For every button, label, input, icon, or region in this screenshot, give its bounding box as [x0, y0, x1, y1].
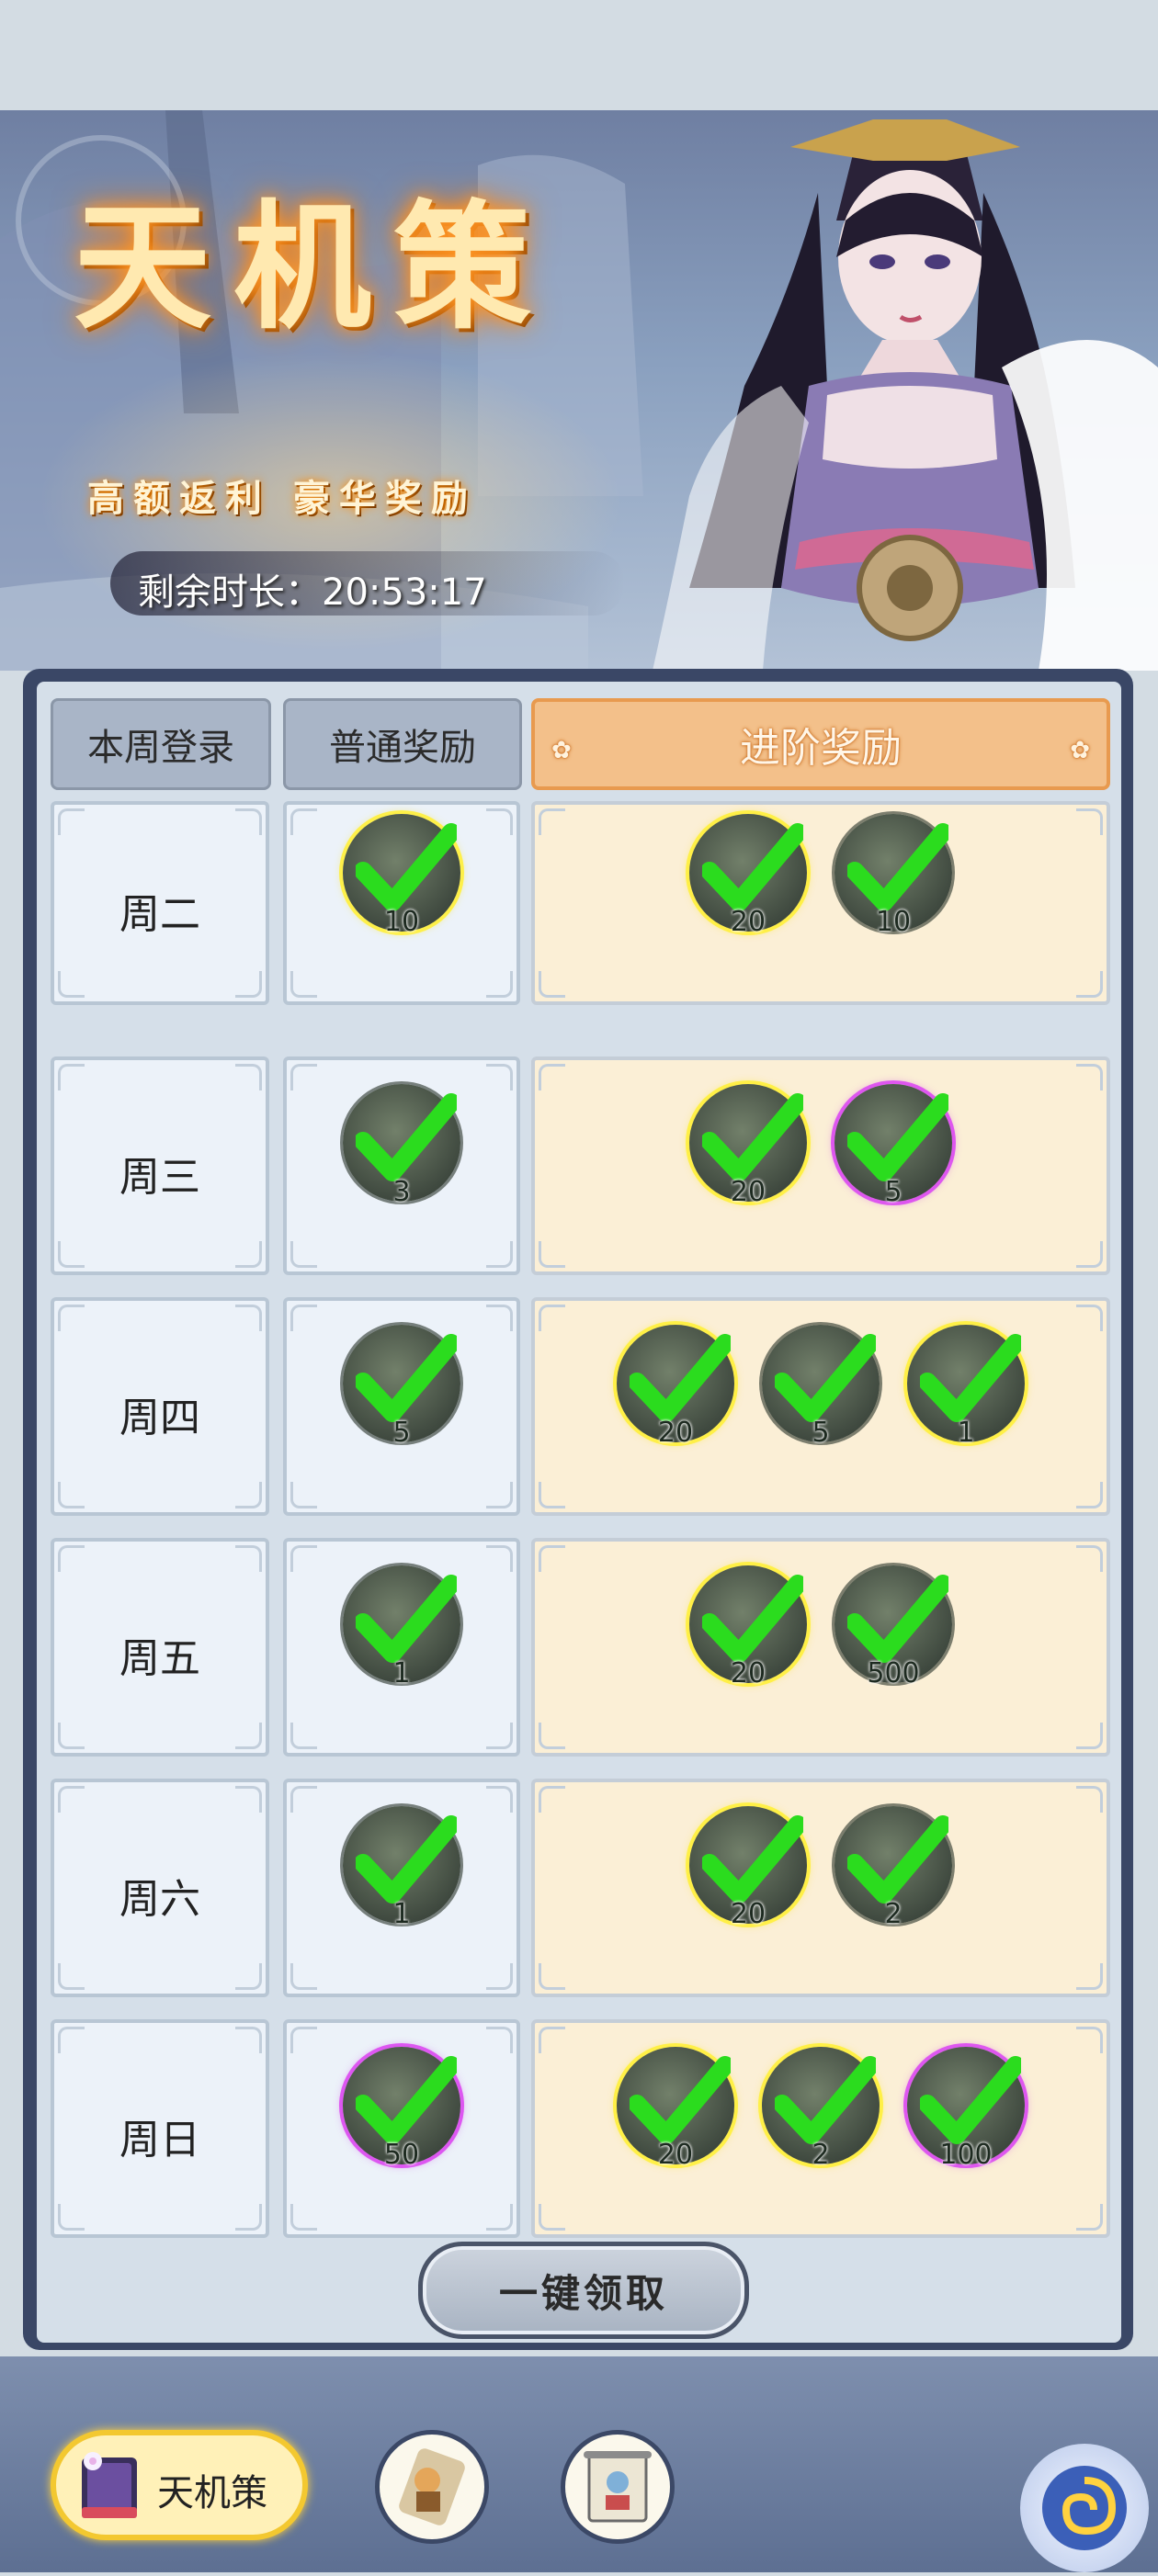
event-subtitle: 高额返利 豪华奖励 [87, 477, 477, 520]
day-label: 周二 [119, 891, 200, 938]
reward-count: 10 [875, 906, 912, 938]
reward-item[interactable]: 2 [762, 2047, 880, 2171]
claimed-check-icon [630, 2056, 731, 2144]
day-cell: 周四 [51, 1297, 269, 1516]
reward-count: 50 [383, 2139, 420, 2171]
remaining-time-label: 剩余时长： [138, 571, 322, 614]
claimed-check-icon [920, 2056, 1021, 2144]
advanced-reward-cell [531, 801, 1110, 1005]
reward-item[interactable]: 20 [689, 1084, 807, 1208]
reward-count: 20 [730, 1176, 766, 1208]
reward-item[interactable]: 3 [343, 1084, 460, 1208]
scroll-figure-icon [399, 2448, 465, 2525]
reward-item[interactable]: 5 [834, 1084, 952, 1208]
reward-item[interactable]: 20 [617, 2047, 734, 2171]
reward-item[interactable]: 100 [907, 2047, 1025, 2171]
claimed-check-icon [702, 823, 803, 911]
reward-item[interactable]: 5 [343, 1325, 460, 1449]
reward-count: 1 [957, 1417, 975, 1449]
nav-event-2-button[interactable] [375, 2430, 489, 2544]
day-cell: 周五 [51, 1538, 269, 1757]
reward-count: 2 [812, 2139, 830, 2171]
reward-count: 100 [939, 2139, 993, 2171]
advanced-reward-cell [531, 1538, 1110, 1757]
reward-item[interactable]: 500 [834, 1565, 952, 1689]
claimed-check-icon [356, 1815, 457, 1904]
tab-advanced-label: 进阶奖励 [740, 725, 902, 772]
advanced-reward-cell [531, 1779, 1110, 1997]
reward-count: 5 [812, 1417, 830, 1449]
reward-count: 10 [383, 906, 420, 938]
reward-item[interactable]: 5 [762, 1325, 880, 1449]
painting-scroll-icon [584, 2451, 652, 2523]
claimed-check-icon [775, 2056, 876, 2144]
day-label: 周四 [119, 1395, 200, 1441]
advanced-reward-cell [531, 1056, 1110, 1275]
day-label: 周五 [119, 1635, 200, 1682]
claimed-check-icon [847, 823, 948, 911]
nav-tianjice-button[interactable]: 天机策 [51, 2430, 308, 2540]
reward-count: 500 [867, 1657, 920, 1689]
claim-all-button[interactable]: 一键领取 [418, 2242, 749, 2339]
reward-item[interactable]: 50 [343, 2047, 460, 2171]
book-icon [82, 2452, 137, 2518]
claimed-check-icon [847, 1815, 948, 1904]
claimed-check-icon [356, 1334, 457, 1422]
day-cell: 周三 [51, 1056, 269, 1275]
reward-item[interactable]: 1 [907, 1325, 1025, 1449]
claimed-check-icon [702, 1093, 803, 1181]
reward-count: 20 [657, 2139, 694, 2171]
claimed-check-icon [356, 2056, 457, 2144]
flower-deco-icon: ✿ [551, 737, 572, 764]
remaining-time-value: 20:53:17 [322, 571, 487, 614]
reward-count: 5 [392, 1417, 411, 1449]
reward-item[interactable]: 2 [834, 1806, 952, 1930]
tab-normal-rewards[interactable]: 普通奖励 [283, 698, 522, 790]
remaining-time: 剩余时长：20:53:17 [138, 562, 487, 616]
claimed-check-icon [920, 1334, 1021, 1422]
day-label: 周三 [119, 1154, 200, 1201]
reward-item[interactable]: 20 [617, 1325, 734, 1449]
claimed-check-icon [702, 1575, 803, 1663]
day-label: 周六 [119, 1876, 200, 1923]
day-label: 周日 [119, 2117, 200, 2164]
reward-count: 5 [884, 1176, 903, 1208]
reward-item[interactable]: 20 [689, 1806, 807, 1930]
reward-count: 20 [657, 1417, 694, 1449]
reward-item[interactable]: 20 [689, 814, 807, 938]
reward-count: 3 [392, 1176, 411, 1208]
corner-swirl-button[interactable] [1020, 2444, 1149, 2572]
reward-count: 20 [730, 1898, 766, 1930]
claimed-check-icon [775, 1334, 876, 1422]
claimed-check-icon [847, 1575, 948, 1663]
reward-item[interactable]: 1 [343, 1565, 460, 1689]
claimed-check-icon [356, 1575, 457, 1663]
claimed-check-icon [630, 1334, 731, 1422]
reward-item[interactable]: 1 [343, 1806, 460, 1930]
nav-tianjice-label: 天机策 [157, 2472, 267, 2514]
heroine-character-art [653, 119, 1158, 671]
day-cell: 周二 [51, 801, 269, 1005]
swirl-icon [1042, 2466, 1127, 2550]
day-cell: 周六 [51, 1779, 269, 1997]
day-cell: 周日 [51, 2019, 269, 2238]
flower-deco-icon: ✿ [1070, 737, 1090, 764]
reward-item[interactable]: 10 [343, 814, 460, 938]
tab-advanced-rewards[interactable]: ✿ 进阶奖励 ✿ [531, 698, 1110, 790]
claimed-check-icon [847, 1093, 948, 1181]
status-bar-area [0, 0, 1158, 110]
reward-count: 1 [392, 1898, 411, 1930]
event-title: 天机策 [74, 186, 554, 348]
reward-count: 20 [730, 1657, 766, 1689]
reward-item[interactable]: 10 [834, 814, 952, 938]
claimed-check-icon [702, 1815, 803, 1904]
reward-count: 20 [730, 906, 766, 938]
nav-event-3-button[interactable] [561, 2430, 675, 2544]
claimed-check-icon [356, 1093, 457, 1181]
reward-count: 2 [884, 1898, 903, 1930]
claimed-check-icon [356, 823, 457, 911]
reward-count: 1 [392, 1657, 411, 1689]
tab-weekly-login[interactable]: 本周登录 [51, 698, 271, 790]
reward-item[interactable]: 20 [689, 1565, 807, 1689]
